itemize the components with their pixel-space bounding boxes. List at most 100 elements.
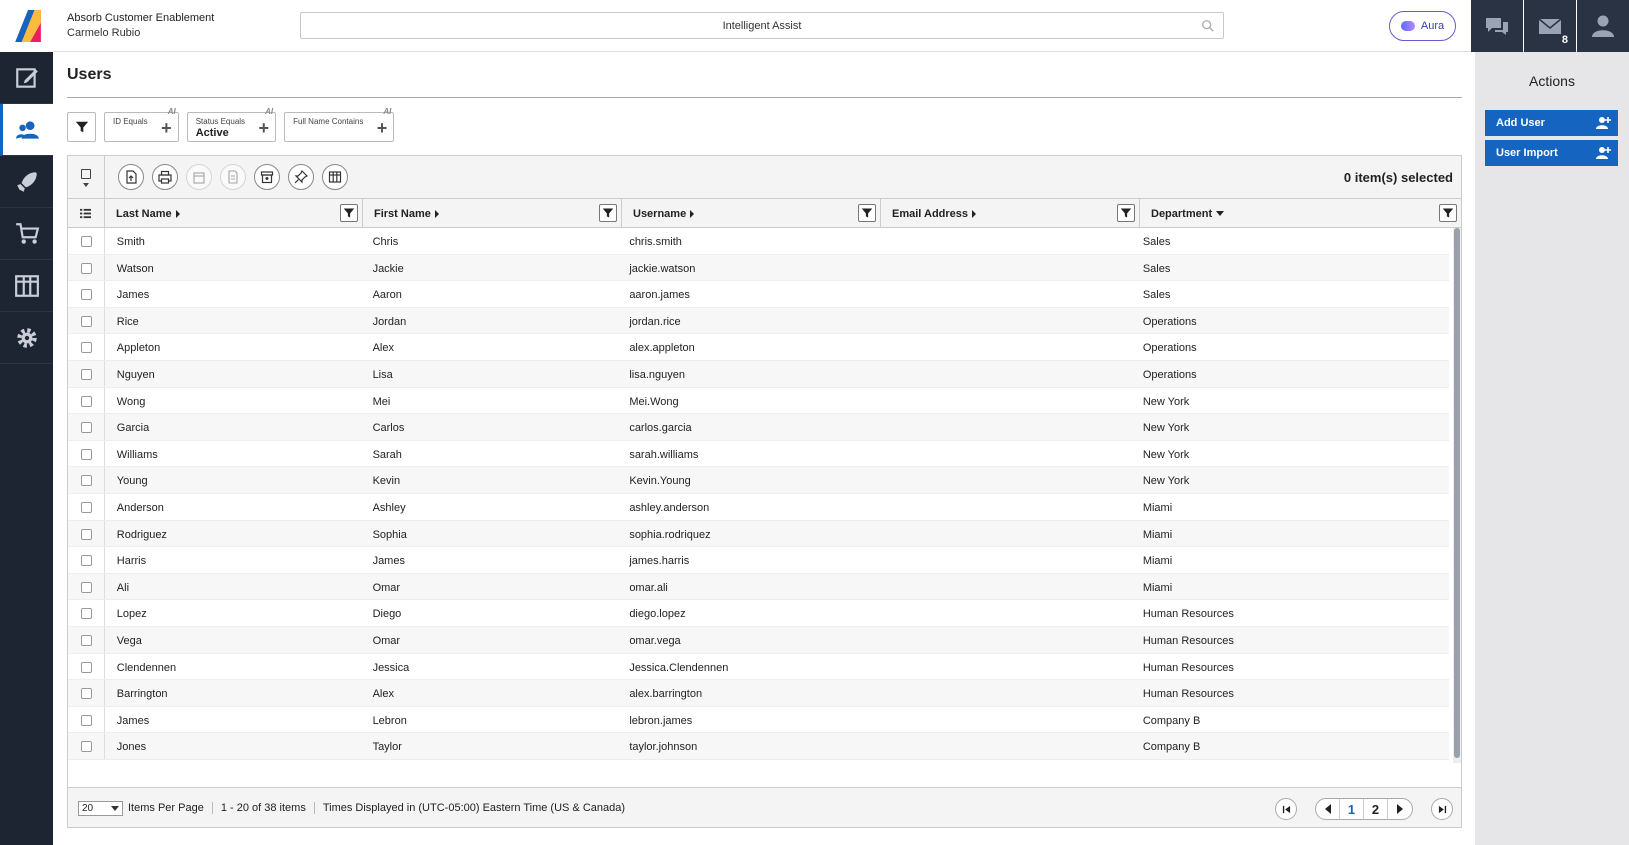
column-filter-button[interactable] — [599, 204, 617, 222]
table-row[interactable]: Ali Omar omar.ali Miami — [68, 573, 1449, 601]
table-row[interactable]: Barrington Alex alex.barrington Human Resou… — [68, 680, 1449, 707]
filter-chip-status[interactable]: Status Equals Active + AI — [186, 107, 277, 142]
cell-email — [874, 467, 1131, 493]
nav-courses[interactable] — [0, 52, 53, 104]
row-checkbox[interactable] — [81, 422, 92, 434]
cell-last-name: Anderson — [116, 501, 164, 514]
user-import-button[interactable]: User Import — [1485, 140, 1618, 166]
column-filter-button[interactable] — [340, 204, 358, 222]
items-per-page-select[interactable]: 20 — [78, 801, 123, 816]
table-row[interactable]: Vega Omar omar.vega Human Resources — [68, 626, 1449, 654]
table-row[interactable]: Anderson Ashley ashley.anderson Miami — [68, 493, 1449, 521]
search-icon[interactable] — [1201, 19, 1215, 33]
filter-chip-id[interactable]: ID Equals + AI — [104, 107, 179, 142]
messages-button[interactable]: 8 — [1524, 0, 1576, 52]
table-row[interactable]: Nguyen Lisa lisa.nguyen Operations — [68, 360, 1449, 388]
row-checkbox[interactable] — [81, 714, 92, 726]
column-header-last-name[interactable]: Last Name — [105, 199, 363, 228]
column-label: Email Address — [892, 208, 969, 220]
row-checkbox[interactable] — [81, 528, 92, 540]
nav-launch[interactable] — [0, 156, 53, 208]
row-checkbox[interactable] — [81, 448, 92, 460]
row-checkbox[interactable] — [81, 342, 92, 354]
row-checkbox[interactable] — [81, 368, 92, 380]
add-filter-icon[interactable]: + — [377, 119, 388, 137]
vertical-scrollbar[interactable] — [1453, 228, 1461, 763]
filter-chip-full-name[interactable]: Full Name Contains + AI — [284, 107, 395, 142]
table-row[interactable]: Watson Jackie jackie.watson Sales — [68, 254, 1449, 282]
profile-button[interactable] — [1577, 0, 1629, 52]
filter-toggle-button[interactable] — [67, 112, 96, 142]
row-checkbox[interactable] — [81, 741, 92, 753]
table-row[interactable]: Jones Taylor taylor.johnson Company B — [68, 733, 1449, 760]
column-filter-button[interactable] — [1439, 204, 1457, 222]
column-header-department[interactable]: Department — [1140, 199, 1461, 228]
add-filter-icon[interactable]: + — [259, 119, 270, 137]
table-row[interactable]: Clendennen Jessica Jessica.Clendennen Human… — [68, 653, 1449, 681]
archive-button[interactable] — [254, 164, 280, 190]
row-checkbox[interactable] — [81, 581, 92, 593]
cell-username: carlos.garcia — [629, 422, 692, 435]
item-range: 1 - 20 of 38 items — [211, 802, 314, 814]
table-row[interactable]: Lopez Diego diego.lopez Human Resources — [68, 600, 1449, 627]
row-checkbox[interactable] — [81, 661, 92, 673]
cell-email — [874, 308, 1131, 334]
column-menu-button[interactable] — [68, 199, 105, 228]
table-row[interactable]: Rice Jordan jordan.rice Operations — [68, 307, 1449, 335]
pin-button[interactable] — [288, 164, 314, 190]
nav-ecommerce[interactable] — [0, 208, 53, 260]
table-row[interactable]: Wong Mei Mei.Wong New York — [68, 387, 1449, 415]
row-checkbox[interactable] — [81, 688, 92, 700]
row-checkbox[interactable] — [81, 555, 92, 567]
table-row[interactable]: Harris James james.harris Miami — [68, 547, 1449, 574]
column-header-first-name[interactable]: First Name — [363, 199, 622, 228]
last-page-button[interactable] — [1431, 798, 1453, 820]
columns-icon — [328, 171, 342, 183]
absorb-logo[interactable] — [0, 0, 53, 52]
schedule-button[interactable] — [186, 164, 212, 190]
table-row[interactable]: Young Kevin Kevin.Young New York — [68, 467, 1449, 494]
nav-settings[interactable] — [0, 312, 53, 364]
page-1-button[interactable]: 1 — [1340, 799, 1364, 819]
table-row[interactable]: Rodriguez Sophia sophia.rodriquez Miami — [68, 520, 1449, 548]
column-header-email[interactable]: Email Address — [881, 199, 1140, 228]
select-all-dropdown[interactable] — [68, 156, 105, 199]
column-filter-button[interactable] — [858, 204, 876, 222]
row-checkbox[interactable] — [81, 315, 92, 327]
row-checkbox[interactable] — [81, 634, 92, 646]
next-page-button[interactable] — [1388, 799, 1412, 819]
add-filter-icon[interactable]: + — [161, 119, 172, 137]
nav-reports[interactable] — [0, 260, 53, 312]
print-button[interactable] — [152, 164, 178, 190]
row-checkbox[interactable] — [81, 289, 92, 301]
select-all-checkbox[interactable] — [81, 168, 91, 179]
column-filter-button[interactable] — [1117, 204, 1135, 222]
row-checkbox[interactable] — [81, 395, 92, 407]
report-button[interactable] — [220, 164, 246, 190]
export-button[interactable] — [118, 164, 144, 190]
table-row[interactable]: Smith Chris chris.smith Sales — [68, 228, 1449, 255]
columns-button[interactable] — [322, 164, 348, 190]
cell-first-name: Omar — [372, 634, 401, 647]
row-checkbox[interactable] — [81, 262, 92, 274]
row-checkbox[interactable] — [81, 608, 92, 620]
row-checkbox[interactable] — [81, 475, 92, 487]
nav-users[interactable] — [0, 104, 53, 156]
row-checkbox[interactable] — [81, 501, 92, 513]
help-chat-button[interactable] — [1471, 0, 1523, 52]
table-row[interactable]: Williams Sarah sarah.williams New York — [68, 440, 1449, 468]
aura-button[interactable]: Aura — [1389, 11, 1456, 41]
users-grid: 0 item(s) selected Last Name First Name … — [67, 155, 1462, 828]
table-row[interactable]: James Lebron lebron.james Company B — [68, 706, 1449, 734]
row-checkbox[interactable] — [81, 236, 92, 247]
scrollbar-thumb[interactable] — [1454, 228, 1460, 758]
first-page-button[interactable] — [1275, 798, 1297, 820]
table-row[interactable]: James Aaron aaron.james Sales — [68, 281, 1449, 308]
table-row[interactable]: Garcia Carlos carlos.garcia New York — [68, 414, 1449, 441]
table-row[interactable]: Appleton Alex alex.appleton Operations — [68, 334, 1449, 361]
page-2-button[interactable]: 2 — [1364, 799, 1388, 819]
add-user-button[interactable]: Add User — [1485, 110, 1618, 136]
column-header-username[interactable]: Username — [622, 199, 881, 228]
intelligent-assist-search[interactable]: Intelligent Assist — [300, 12, 1224, 39]
prev-page-button[interactable] — [1316, 799, 1340, 819]
